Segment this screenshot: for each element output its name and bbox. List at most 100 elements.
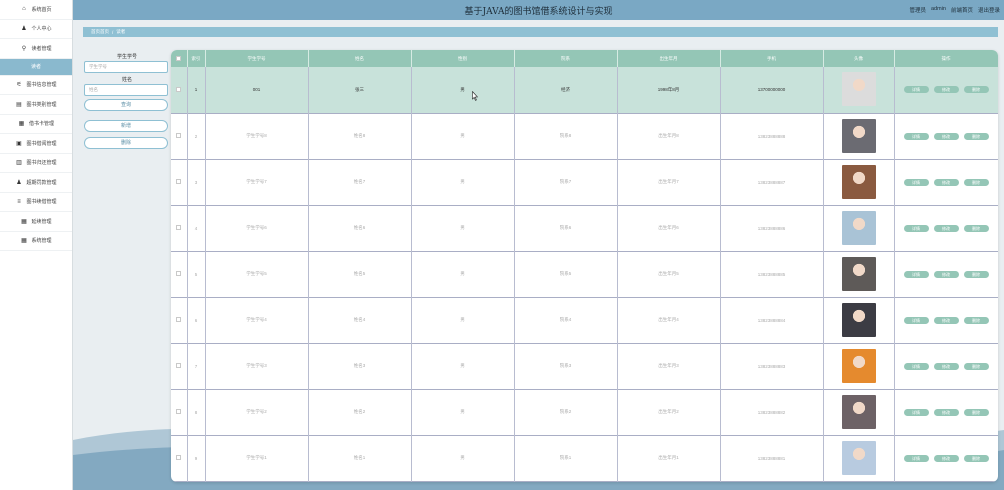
sidebar-item[interactable]: ▤ 图书类别管理 — [0, 95, 72, 115]
student-no-input[interactable]: 学生学号 — [84, 61, 168, 73]
cell-birth: 出生年月1 — [617, 435, 721, 481]
row-checkbox[interactable] — [176, 409, 182, 414]
table-row[interactable]: 4 学生学号6 姓名6 男院系6 出生年月6 13823888886 详情 修改 删除 — [171, 205, 998, 251]
detail-button[interactable]: 详情 — [903, 178, 929, 186]
row-delete-button[interactable]: 删除 — [963, 362, 989, 370]
row-checkbox[interactable] — [176, 225, 182, 230]
row-checkbox[interactable] — [176, 455, 182, 460]
cell-avatar — [823, 435, 895, 481]
table-row[interactable]: 7 学生学号3 姓名3 男院系3 出生年月3 13823888883 详情 修改 删除 — [171, 343, 998, 389]
sidebar-item-label: 读者管理 — [31, 45, 52, 52]
sidebar-item[interactable]: ▦ 借书卡管理 — [0, 115, 72, 134]
search-button[interactable]: 查询 — [84, 99, 168, 111]
top-header: 基于JAVA的图书馆借系统设计与实现 管理员 admin 前端首页 退出登录 — [73, 0, 1004, 20]
row-actions: 详情 修改 删除 — [895, 316, 998, 324]
edit-button[interactable]: 修改 — [933, 316, 959, 324]
avatar — [841, 348, 876, 383]
detail-button[interactable]: 详情 — [903, 224, 929, 232]
grid-icon: ▦ — [21, 218, 27, 225]
name-input[interactable]: 姓名 — [84, 84, 168, 96]
column-header: 学生学号 — [205, 50, 309, 67]
sidebar-item-label: 系统首页 — [31, 6, 52, 13]
row-actions: 详情 修改 删除 — [895, 132, 998, 140]
sidebar-item[interactable]: ⚟ 图书信息管理 — [0, 76, 72, 95]
cell-phone: 13823888882 — [720, 389, 824, 435]
sidebar-item[interactable]: 读者 — [0, 58, 72, 76]
add-button[interactable]: 新增 — [84, 120, 168, 132]
table-row[interactable]: 1 001 张三男经济 1998年8月 13700000000 详情 修改 删除 — [171, 67, 998, 113]
sidebar-item-label: 借书卡管理 — [28, 121, 54, 128]
cell-gender: 男 — [411, 67, 515, 113]
header-user-area: 管理员 admin 前端首页 退出登录 — [909, 6, 1000, 14]
sidebar-item-label: 图书借阅管理 — [26, 140, 57, 147]
row-delete-button[interactable]: 删除 — [963, 270, 989, 278]
user-name-label: admin — [930, 6, 946, 12]
edit-button[interactable]: 修改 — [933, 86, 959, 94]
frontend-home-link[interactable]: 前端首页 — [951, 6, 973, 14]
table-row[interactable]: 2 学生学号8 姓名8 男院系8 出生年月8 13823888888 详情 修改 删除 — [171, 113, 998, 159]
select-all-header[interactable] — [171, 50, 188, 67]
delete-button[interactable]: 删除 — [84, 137, 168, 149]
cell-dept: 院系7 — [514, 159, 618, 205]
edit-button[interactable]: 修改 — [933, 178, 959, 186]
home-icon: ⌂ — [22, 6, 26, 13]
sidebar-item-label: 延续管理 — [31, 218, 52, 225]
row-checkbox[interactable] — [176, 317, 182, 322]
sidebar-item-label: 读者 — [30, 64, 41, 70]
table-row[interactable]: 5 学生学号5 姓名5 男院系5 出生年月5 13823888885 详情 修改 删除 — [171, 251, 998, 297]
logout-link[interactable]: 退出登录 — [978, 6, 1000, 14]
cell-phone: 13823888883 — [720, 343, 824, 389]
cell-avatar — [823, 113, 895, 159]
cell-index: 1 — [187, 67, 206, 113]
row-checkbox[interactable] — [176, 133, 182, 138]
row-select-cell — [171, 343, 188, 389]
sidebar-item[interactable]: ▦ 延续管理 — [0, 212, 72, 232]
breadcrumb-home[interactable]: 首页首页 — [91, 29, 109, 35]
sidebar-item[interactable]: ▥ 图书归还管理 — [0, 154, 72, 173]
detail-button[interactable]: 详情 — [903, 270, 929, 278]
row-checkbox[interactable] — [176, 271, 182, 276]
table-row[interactable]: 8 学生学号2 姓名2 男院系2 出生年月2 13823888882 详情 修改 删除 — [171, 389, 998, 435]
select-all-checkbox[interactable] — [176, 55, 182, 61]
detail-button[interactable]: 详情 — [903, 86, 929, 94]
cell-birth: 出生年月2 — [617, 389, 721, 435]
row-delete-button[interactable]: 删除 — [963, 132, 989, 140]
detail-button[interactable]: 详情 — [903, 316, 929, 324]
row-delete-button[interactable]: 删除 — [963, 224, 989, 232]
edit-button[interactable]: 修改 — [933, 362, 959, 370]
table-row[interactable]: 9 学生学号1 姓名1 男院系1 出生年月1 13823888881 详情 修改 删除 — [171, 435, 998, 481]
sidebar-item[interactable]: ▣ 图书借阅管理 — [0, 134, 72, 154]
detail-button[interactable]: 详情 — [903, 362, 929, 370]
detail-button[interactable]: 详情 — [903, 454, 929, 462]
sidebar-item[interactable]: ⚲ 读者管理 — [0, 39, 72, 59]
row-checkbox[interactable] — [176, 179, 182, 184]
edit-button[interactable]: 修改 — [933, 224, 959, 232]
detail-button[interactable]: 详情 — [903, 132, 929, 140]
sidebar-item[interactable]: ♟ 个人中心 — [0, 20, 72, 39]
edit-button[interactable]: 修改 — [933, 270, 959, 278]
row-delete-button[interactable]: 删除 — [963, 408, 989, 416]
sidebar-item[interactable]: ≡ 图书续借管理 — [0, 193, 72, 212]
edit-button[interactable]: 修改 — [933, 132, 959, 140]
edit-button[interactable]: 修改 — [933, 454, 959, 462]
row-actions: 详情 修改 删除 — [895, 454, 998, 462]
row-delete-button[interactable]: 删除 — [963, 86, 989, 94]
cell-avatar — [823, 297, 895, 343]
row-delete-button[interactable]: 删除 — [963, 316, 989, 324]
edit-button[interactable]: 修改 — [933, 408, 959, 416]
row-delete-button[interactable]: 删除 — [963, 178, 989, 186]
table-row[interactable]: 3 学生学号7 姓名7 男院系7 出生年月7 13823888887 详情 修改 删除 — [171, 159, 998, 205]
cell-actions: 详情 修改 删除 — [894, 67, 998, 113]
detail-button[interactable]: 详情 — [903, 408, 929, 416]
cell-phone: 13823888884 — [720, 297, 824, 343]
sidebar-item[interactable]: ▦ 系统管理 — [0, 232, 72, 251]
column-header: 手机 — [720, 50, 824, 67]
row-actions: 详情 修改 删除 — [895, 362, 998, 370]
row-delete-button[interactable]: 删除 — [963, 454, 989, 462]
row-checkbox[interactable] — [176, 86, 182, 92]
table-row[interactable]: 6 学生学号4 姓名4 男院系4 出生年月4 13823888884 详情 修改 删除 — [171, 297, 998, 343]
cell-name: 张三 — [308, 67, 412, 113]
sidebar-item[interactable]: ♟ 超期罚款管理 — [0, 173, 72, 193]
row-checkbox[interactable] — [176, 363, 182, 368]
sidebar-item[interactable]: ⌂ 系统首页 — [0, 0, 72, 20]
